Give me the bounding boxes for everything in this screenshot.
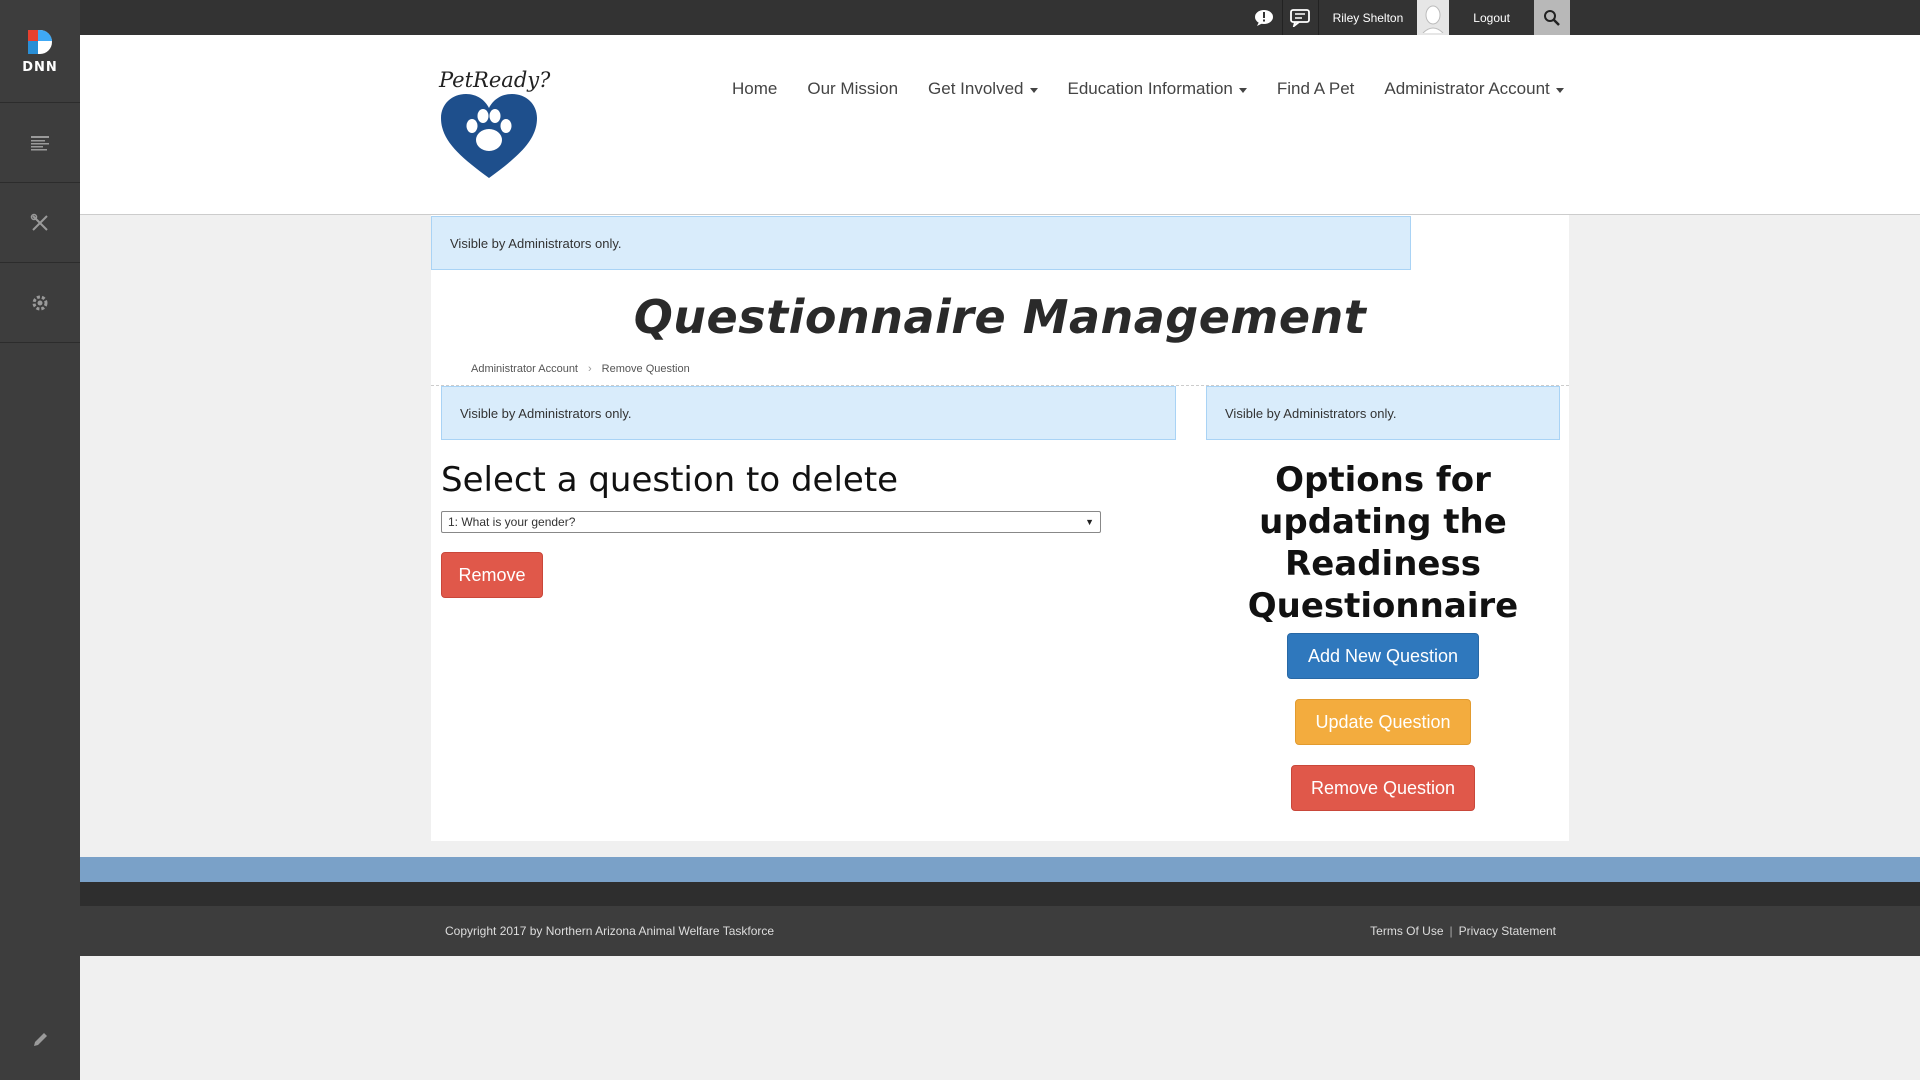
caret-down-icon (1238, 87, 1247, 93)
persona-bar: DNN (0, 0, 80, 1080)
nav-administrator-account-label: Administrator Account (1384, 79, 1550, 98)
persona-content-button[interactable] (0, 103, 80, 183)
copyright-text: Copyright 2017 by Northern Arizona Anima… (445, 924, 775, 938)
breadcrumb: Administrator Account › Remove Question (471, 363, 690, 375)
persona-settings-button[interactable] (0, 263, 80, 343)
dnn-logo[interactable]: DNN (0, 0, 80, 103)
chat-icon (1290, 8, 1310, 27)
admin-visibility-notice: Visible by Administrators only. (431, 216, 1411, 270)
nav-education-information-label: Education Information (1067, 79, 1233, 98)
breadcrumb-remove-question[interactable]: Remove Question (602, 363, 690, 375)
breadcrumb-administrator-account[interactable]: Administrator Account (471, 363, 578, 375)
search-icon (1544, 9, 1560, 26)
update-question-button[interactable]: Update Question (1295, 699, 1471, 745)
dropdown-arrow-icon: ▼ (1085, 517, 1094, 527)
nav-our-mission[interactable]: Our Mission (792, 79, 913, 99)
terms-of-use-link[interactable]: Terms Of Use (1370, 924, 1443, 938)
nav-our-mission-label: Our Mission (807, 79, 899, 98)
footer-top-strip (80, 882, 1920, 906)
nav-home-label: Home (732, 79, 778, 98)
logout-link[interactable]: Logout (1449, 0, 1534, 35)
remove-button[interactable]: Remove (441, 552, 543, 598)
select-question-heading: Select a question to delete (441, 460, 899, 500)
messages-button[interactable] (1283, 0, 1319, 35)
tools-icon (30, 213, 48, 231)
admin-visibility-notice-left: Visible by Administrators only. (441, 386, 1176, 440)
site-header: PetReady? Home Our Mission Get Involved … (80, 35, 1920, 215)
nav-find-a-pet-label: Find A Pet (1276, 79, 1355, 98)
heart-paw-icon (441, 94, 537, 178)
dnn-logo-text: DNN (22, 59, 58, 75)
options-heading: Options for updating the Readiness Quest… (1247, 460, 1519, 626)
breadcrumb-separator-icon: › (588, 363, 592, 375)
admin-visibility-notice-right: Visible by Administrators only. (1206, 386, 1560, 440)
notifications-button[interactable] (1247, 0, 1283, 35)
pencil-icon (34, 1033, 47, 1046)
nav-get-involved-label: Get Involved (928, 79, 1024, 98)
nav-find-a-pet[interactable]: Find A Pet (1262, 79, 1370, 99)
avatar[interactable] (1417, 0, 1450, 35)
persona-tools-button[interactable] (0, 183, 80, 263)
site-logo[interactable]: PetReady? (439, 68, 551, 185)
page-title: Questionnaire Management (633, 290, 1367, 344)
privacy-statement-link[interactable]: Privacy Statement (1459, 924, 1556, 938)
nav-administrator-account[interactable]: Administrator Account (1369, 79, 1578, 99)
question-select-value: 1: What is your gender? (448, 515, 576, 529)
nav-get-involved[interactable]: Get Involved (913, 79, 1052, 99)
footer-link-separator: | (1449, 924, 1453, 938)
main-nav: Home Our Mission Get Involved Education … (717, 79, 1579, 99)
remove-question-button[interactable]: Remove Question (1291, 765, 1475, 811)
content-card: Visible by Administrators only. Question… (431, 215, 1569, 841)
dnn-logo-icon (28, 29, 52, 54)
content-icon (31, 135, 49, 150)
footer-accent-band (80, 857, 1920, 882)
settings-icon (32, 295, 48, 310)
control-bar: Riley Shelton Logout (80, 0, 1920, 35)
add-new-question-button[interactable]: Add New Question (1287, 633, 1479, 679)
nav-education-information[interactable]: Education Information (1053, 79, 1262, 99)
search-button[interactable] (1534, 0, 1570, 35)
persona-edit-button[interactable] (0, 1000, 80, 1080)
notification-icon (1255, 9, 1274, 26)
site-footer: Copyright 2017 by Northern Arizona Anima… (80, 906, 1920, 956)
avatar-icon (1422, 5, 1444, 33)
question-select[interactable]: 1: What is your gender? ▼ (441, 511, 1101, 533)
caret-down-icon (1555, 87, 1564, 93)
nav-home[interactable]: Home (717, 79, 792, 99)
user-name-link[interactable]: Riley Shelton (1319, 0, 1418, 35)
site-logo-text: PetReady? (439, 68, 551, 92)
footer-links: Terms Of Use | Privacy Statement (1370, 924, 1556, 938)
caret-down-icon (1029, 87, 1038, 93)
